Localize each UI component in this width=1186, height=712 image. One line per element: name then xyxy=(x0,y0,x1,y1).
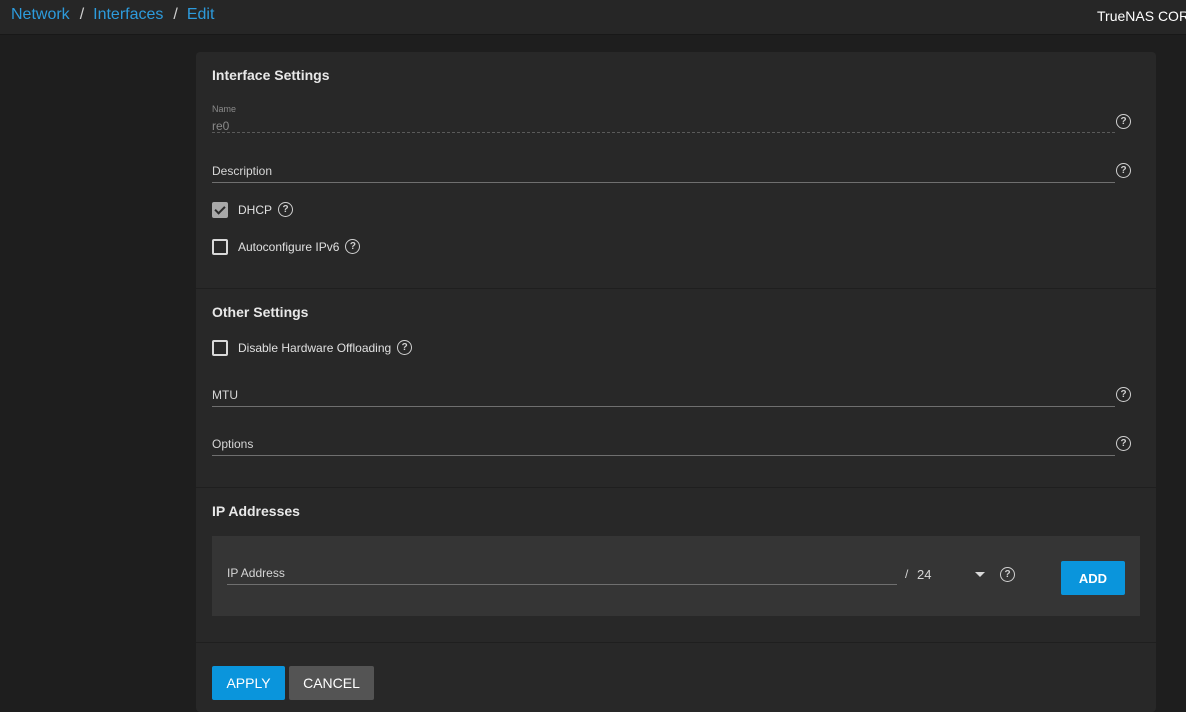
mtu-field[interactable]: MTU xyxy=(212,378,1115,407)
top-bar: Network / Interfaces / Edit TrueNAS CORE xyxy=(0,0,1186,35)
netmask-select[interactable]: 24 xyxy=(917,567,931,582)
caret-down-icon[interactable] xyxy=(975,572,985,577)
interface-edit-form: Interface Settings Name re0 ? Descriptio… xyxy=(196,52,1156,712)
cancel-button[interactable]: CANCEL xyxy=(289,666,374,700)
breadcrumb-network[interactable]: Network xyxy=(11,6,70,23)
dhcp-label: DHCP xyxy=(238,203,273,217)
section-divider xyxy=(196,487,1156,488)
help-icon-options[interactable]: ? xyxy=(1116,436,1131,451)
help-icon-ip-address[interactable]: ? xyxy=(1000,567,1015,582)
description-field-label: Description xyxy=(212,164,273,178)
breadcrumb-separator: / xyxy=(173,6,178,23)
breadcrumb-interfaces[interactable]: Interfaces xyxy=(93,6,163,23)
netmask-separator: / xyxy=(905,567,909,581)
help-icon-dhcp[interactable]: ? xyxy=(278,201,294,217)
autoconfigure-ipv6-label: Autoconfigure IPv6 xyxy=(238,240,340,254)
dhcp-row: DHCP ? xyxy=(212,201,294,219)
disable-hardware-offloading-row: Disable Hardware Offloading ? xyxy=(212,339,413,357)
dhcp-checkbox[interactable] xyxy=(212,202,228,218)
ip-address-input[interactable]: IP Address xyxy=(227,560,897,585)
name-field: Name re0 xyxy=(212,104,1115,133)
mtu-field-label: MTU xyxy=(212,388,238,402)
disable-hardware-offloading-label: Disable Hardware Offloading xyxy=(238,341,392,355)
description-field[interactable]: Description xyxy=(212,154,1115,183)
help-icon-autoconfigure-ipv6[interactable]: ? xyxy=(345,238,361,254)
help-icon-mtu[interactable]: ? xyxy=(1116,387,1131,402)
add-ip-button[interactable]: ADD xyxy=(1061,561,1125,595)
autoconfigure-ipv6-checkbox[interactable] xyxy=(212,239,228,255)
section-divider xyxy=(196,288,1156,289)
breadcrumb-edit[interactable]: Edit xyxy=(187,6,215,23)
help-icon-disable-hardware-offloading[interactable]: ? xyxy=(397,339,413,355)
help-icon-name[interactable]: ? xyxy=(1116,114,1131,129)
section-title-ip-addresses: IP Addresses xyxy=(212,503,300,519)
apply-button[interactable]: APPLY xyxy=(212,666,285,700)
brand-label: TrueNAS CORE xyxy=(1097,8,1186,24)
name-field-value: re0 xyxy=(212,119,230,133)
autoconfigure-ipv6-row: Autoconfigure IPv6 ? xyxy=(212,238,361,256)
disable-hardware-offloading-checkbox[interactable] xyxy=(212,340,228,356)
section-title-other-settings: Other Settings xyxy=(212,304,309,320)
options-field-label: Options xyxy=(212,437,254,451)
options-field[interactable]: Options xyxy=(212,427,1115,456)
help-icon-description[interactable]: ? xyxy=(1116,163,1131,178)
section-title-interface-settings: Interface Settings xyxy=(212,67,330,83)
ip-address-label: IP Address xyxy=(227,566,285,580)
section-divider xyxy=(196,642,1156,643)
name-field-label: Name xyxy=(212,104,237,114)
breadcrumb-separator: / xyxy=(79,6,85,23)
breadcrumb: Network / Interfaces / Edit xyxy=(11,6,214,24)
ip-address-row: IP Address / 24 ? ADD xyxy=(212,536,1140,616)
